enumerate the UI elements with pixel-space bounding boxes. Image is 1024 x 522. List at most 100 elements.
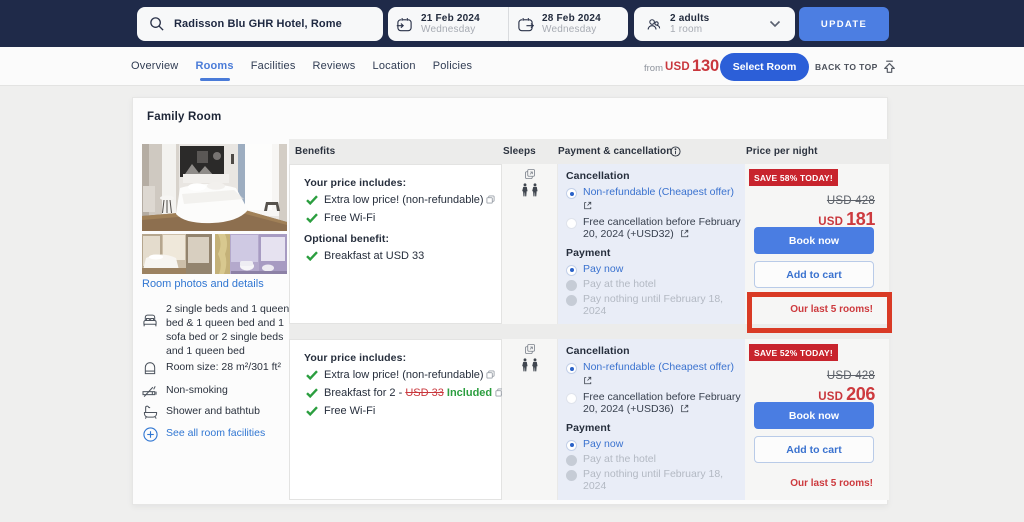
payment-label: Payment [566,422,743,434]
cancellation-label: Cancellation [566,345,743,357]
pages-icon [486,370,495,379]
col-benefits: Benefits [295,146,335,157]
radio-selected [566,265,577,276]
guests-selector[interactable]: 2 adults 1 room [634,7,795,41]
guests-rooms: 1 room [670,24,709,36]
adult-icon [532,357,538,373]
col-sleeps: Sleeps [503,146,536,157]
checkin-date: 21 Feb 2024 [421,13,480,25]
cancellation-label: Cancellation [566,170,743,182]
compare-icon[interactable] [524,343,536,355]
checkout-date: 28 Feb 2024 [542,13,601,25]
benefit-item: Breakfast at USD 33 [304,250,501,263]
pay-option-now[interactable]: Pay now [566,439,743,451]
adult-icon [522,182,528,198]
guests-adults: 2 adults [670,13,709,25]
fact-size: Room size: 28 m²/301 ft² [142,361,307,375]
compare-icon[interactable] [524,168,536,180]
benefit-item: Extra low price! (non-refundable) [304,194,501,207]
save-badge-2: SAVE 52% TODAY! [749,344,838,361]
includes-label-1: Your price includes: [304,177,501,189]
radio-unselected [566,393,577,404]
cancel-option-free[interactable]: Free cancellation before February20, 202… [566,217,743,241]
room-photos-link[interactable]: Room photos and details [142,278,264,290]
annotation-highlight-box [747,292,892,333]
fact-bath-text: Shower and bathtub [166,405,260,419]
pay-option-now[interactable]: Pay now [566,264,743,276]
fact-smoking: Non-smoking [142,384,307,398]
room-card: Family Room Benefits Sleeps Payment & ca… [132,97,888,505]
date-range-picker: 21 Feb 2024 Wednesday 28 Feb 2024 Wednes… [388,7,628,41]
benefit-item: Free Wi-Fi [304,212,501,225]
radio-disabled [566,280,577,291]
radio-selected [566,363,577,374]
bed-icon [142,313,158,328]
benefit-item: Breakfast for 2 - USD 33 Included [304,387,501,400]
external-link-icon [680,404,689,413]
occupancy-icons [522,182,538,198]
update-button[interactable]: UPDATE [799,7,889,41]
room-photo-main[interactable] [142,144,287,231]
guests-icon [645,16,662,33]
add-to-cart-button-1[interactable]: Add to cart [754,261,874,288]
cancel-option-nonrefundable[interactable]: Non-refundable (Cheapest offer) [566,187,743,214]
fact-beds-text: 2 single beds and 1 queen bed & 1 queen … [166,303,302,358]
fact-beds: 2 single beds and 1 queen bed & 1 queen … [142,303,302,358]
nav-price-cluster: from USD 130 Select Room BACK TO TOP [0,47,1024,86]
plus-circle-icon [142,427,158,442]
bathtub-icon [142,405,158,419]
search-icon [149,16,165,32]
cancel-option-free[interactable]: Free cancellation before February20, 202… [566,392,743,416]
radio-unselected [566,218,577,229]
radio-disabled [566,455,577,466]
optional-label-1: Optional benefit: [304,233,501,245]
pay-option-nothing: Pay nothing until February 18,2024 [566,294,743,318]
pages-icon [486,195,495,204]
checkout-calendar-icon [517,16,534,33]
select-room-button[interactable]: Select Room [720,53,809,81]
external-link-icon [680,229,689,238]
radio-selected [566,440,577,451]
back-to-top-label: BACK TO TOP [815,62,878,72]
benefit-item: Extra low price! (non-refundable) [304,369,501,382]
pay-option-hotel: Pay at the hotel [566,454,743,466]
back-to-top-icon [883,60,896,74]
fact-bath: Shower and bathtub [142,405,307,419]
external-link-icon [583,201,592,210]
search-value: Radisson Blu GHR Hotel, Rome [174,18,342,30]
from-label: from [644,63,663,74]
save-badge-1: SAVE 58% TODAY! [749,169,838,186]
pay-option-nothing: Pay nothing until February 18,2024 [566,469,743,493]
hotel-nav-bar: Overview Rooms Facilities Reviews Locati… [0,47,1024,86]
old-price-1: USD 428 [827,195,875,207]
back-to-top-button[interactable]: BACK TO TOP [815,60,896,74]
benefits-cell-1: Your price includes: Extra low price! (n… [289,164,502,324]
check-icon [306,195,318,205]
external-link-icon [583,376,592,385]
last-rooms-2: Our last 5 rooms! [790,478,873,489]
top-bar: Radisson Blu GHR Hotel, Rome 21 Feb 2024… [0,0,1024,47]
book-now-button-2[interactable]: Book now [754,402,874,429]
search-input[interactable]: Radisson Blu GHR Hotel, Rome [137,7,383,41]
room-photo-thumb-2[interactable] [215,234,287,274]
add-to-cart-button-2[interactable]: Add to cart [754,436,874,463]
adult-icon [532,182,538,198]
room-photo-thumb-1[interactable] [142,234,212,274]
occupancy-icons [522,357,538,373]
fact-smoking-text: Non-smoking [166,384,228,398]
info-icon [670,146,681,157]
fact-size-text: Room size: 28 m²/301 ft² [166,361,281,375]
checkin-field[interactable]: 21 Feb 2024 Wednesday [388,7,508,41]
cancel-option-nonrefundable[interactable]: Non-refundable (Cheapest offer) [566,362,743,389]
see-all-facilities-link[interactable]: See all room facilities [142,427,312,442]
room-size-icon [142,361,158,375]
checkout-field[interactable]: 28 Feb 2024 Wednesday [508,7,628,41]
sleeps-cell-2 [502,339,558,500]
book-now-button-1[interactable]: Book now [754,227,874,254]
payment-cell-1: Cancellation Non-refundable (Cheapest of… [558,164,745,324]
radio-disabled [566,470,577,481]
checkout-weekday: Wednesday [542,24,601,36]
payment-label: Payment [566,247,743,259]
chevron-down-icon [769,20,781,28]
no-smoking-icon [142,384,158,398]
